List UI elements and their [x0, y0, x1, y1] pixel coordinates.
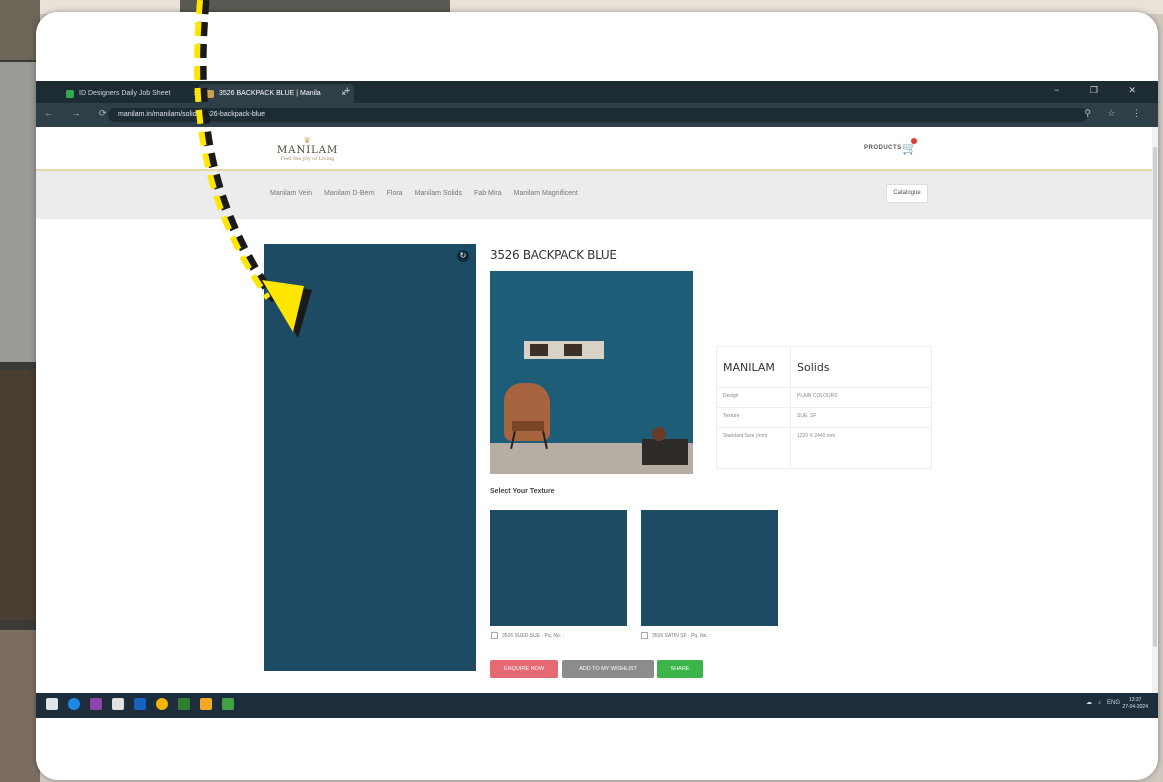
armchair-seat [512, 421, 544, 431]
collection-name: Solids [797, 360, 830, 374]
nav-buttons[interactable]: ← → ⟳ [44, 108, 115, 119]
texture-label: 3526 SATIN SF - Pq. No. : [652, 632, 711, 639]
app-icon[interactable] [90, 698, 102, 710]
crown-icon: ♛ [303, 136, 312, 145]
spec-value: 1220 X 2440 mm [797, 433, 836, 439]
collection-links: Manilam Vein Manilam D-Bern Flora Manila… [270, 190, 578, 197]
windows-start-icon[interactable] [46, 698, 58, 710]
page-scrollbar[interactable] [1152, 127, 1158, 718]
browser-tab-job-sheet[interactable]: ID Designers Daily Job Sheet × [58, 84, 206, 103]
select-texture-heading: Select Your Texture [490, 488, 555, 495]
nav-link-fab-mira[interactable]: Fab Mira [474, 190, 502, 197]
background-photo-piece [0, 62, 40, 362]
room-preview-image [490, 271, 693, 474]
notes-icon[interactable] [112, 698, 124, 710]
browser-tab-product[interactable]: 3526 BACKPACK BLUE | Manila × [198, 84, 354, 103]
catalogue-button[interactable]: Catalogue [886, 184, 928, 203]
nav-link-vein[interactable]: Manilam Vein [270, 190, 312, 197]
rotate-icon[interactable]: ↻ [457, 250, 469, 262]
spec-label: Design [717, 388, 791, 407]
background-photo-piece [0, 0, 40, 60]
tab-label: 3526 BACKPACK BLUE | Manila [219, 90, 321, 97]
language-indicator[interactable]: ENG [1107, 700, 1120, 706]
sheets-icon [66, 89, 74, 98]
browser-screen: ID Designers Daily Job Sheet × 3526 BACK… [36, 81, 1158, 718]
site-favicon-icon [206, 89, 214, 98]
spec-table: MANILAM Solids Design PLAIN COLOURS Text… [716, 346, 932, 469]
brand-name: MANILAM [717, 347, 791, 387]
spec-row: Texture SUE, SF [717, 408, 931, 428]
background-photo-piece [0, 370, 40, 620]
tab-label: ID Designers Daily Job Sheet [79, 90, 171, 97]
side-table [642, 439, 688, 465]
spec-label: Standard Size (mm) [717, 428, 791, 468]
chrome-icon[interactable] [156, 698, 168, 710]
texture-label: 3526 SUED SUE - Pq. No. : [502, 632, 564, 639]
texture-swatch-sued[interactable] [490, 510, 627, 626]
cart-badge [911, 138, 917, 144]
logo-tagline: Feel the Joy of Living [280, 156, 335, 162]
add-to-wishlist-button[interactable]: ADD TO MY WISHLIST [562, 660, 654, 678]
url-field[interactable]: manilam.in/manilam/solids/3526-backpack-… [108, 108, 1088, 122]
wall-shelf [524, 341, 604, 359]
network-icon[interactable]: ☁ [1086, 699, 1092, 706]
file-explorer-icon[interactable] [200, 698, 212, 710]
cart-icon[interactable]: 🛒 [902, 138, 917, 155]
texture-checkbox[interactable] [491, 632, 498, 639]
large-color-swatch: ↻ [264, 244, 476, 671]
spec-value: SUE, SF [797, 413, 817, 419]
spec-value: PLAIN COLOURS [797, 393, 838, 399]
texture-option-sued[interactable]: 3526 SUED SUE - Pq. No. : [491, 632, 564, 639]
texture-option-satin[interactable]: 3526 SATIN SF - Pq. No. : [641, 632, 711, 639]
clock-time: 13:37 [1128, 697, 1142, 703]
products-menu[interactable]: PRODUCTS [864, 145, 902, 151]
windows-taskbar: ☁ ♪ ENG 13:37 27-04-2024 [36, 693, 1158, 718]
edge-icon[interactable] [68, 698, 80, 710]
share-button[interactable]: SHARE [657, 660, 703, 678]
manilam-logo[interactable]: ♛ MANILAM Feel the Joy of Living [277, 136, 339, 163]
screenshot-card: ID Designers Daily Job Sheet × 3526 BACK… [36, 12, 1158, 780]
texture-checkbox[interactable] [641, 632, 648, 639]
background-photo-piece [0, 630, 40, 782]
background-photo-strip [0, 0, 40, 782]
nav-link-solids[interactable]: Manilam Solids [415, 190, 462, 197]
store-icon[interactable] [134, 698, 146, 710]
product-title: 3526 BACKPACK BLUE [490, 248, 617, 262]
nav-link-flora[interactable]: Flora [387, 190, 403, 197]
vase [652, 427, 666, 441]
nav-link-dbern[interactable]: Manilam D-Bern [324, 190, 375, 197]
clock-date: 27-04-2024 [1122, 704, 1148, 710]
volume-icon[interactable]: ♪ [1098, 700, 1101, 706]
excel-icon[interactable] [178, 698, 190, 710]
taskbar-apps [46, 698, 234, 710]
spec-row: Design PLAIN COLOURS [717, 388, 931, 408]
browser-tab-bar: ID Designers Daily Job Sheet × 3526 BACK… [36, 81, 1158, 103]
whatsapp-icon[interactable] [222, 698, 234, 710]
site-header: ♛ MANILAM Feel the Joy of Living PRODUCT… [36, 127, 1158, 171]
system-tray[interactable]: ☁ ♪ ENG [1086, 699, 1120, 707]
spec-header: MANILAM Solids [717, 347, 931, 388]
scrollbar-thumb[interactable] [1153, 147, 1157, 647]
texture-swatch-satin[interactable] [641, 510, 778, 626]
window-controls[interactable]: − ❐ ✕ [1054, 85, 1150, 96]
taskbar-clock[interactable]: 13:37 27-04-2024 [1122, 697, 1148, 711]
collection-nav: Manilam Vein Manilam D-Bern Flora Manila… [36, 171, 1158, 219]
spec-row: Standard Size (mm) 1220 X 2440 mm [717, 428, 931, 468]
spec-label: Texture [717, 408, 791, 427]
address-bar-row: ← → ⟳ manilam.in/manilam/solids/3526-bac… [36, 103, 1158, 127]
browser-actions-icon[interactable]: ⚲ ☆ ⋮ [1084, 108, 1148, 119]
logo-text: MANILAM [277, 145, 339, 156]
new-tab-button[interactable]: + [344, 85, 350, 97]
enquire-now-button[interactable]: ENQUIRE NOW [490, 660, 558, 678]
nav-link-magnificent[interactable]: Manilam Magnificent [514, 190, 578, 197]
